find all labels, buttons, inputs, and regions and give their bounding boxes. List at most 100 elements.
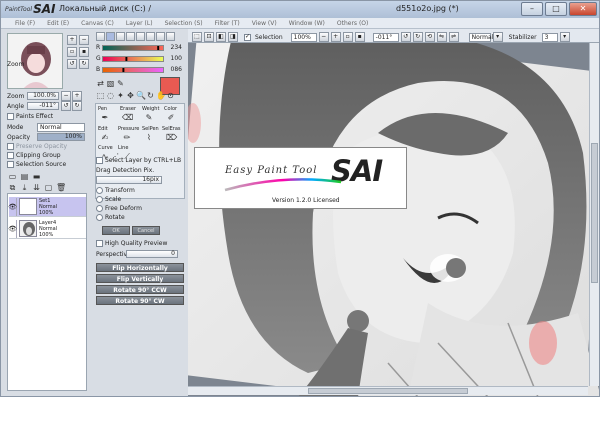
mixer-button[interactable] [136, 32, 145, 41]
clear-layer-icon[interactable]: ▢ [44, 183, 53, 192]
red-slider[interactable] [102, 44, 164, 51]
zoom-reset-button[interactable]: ▪ [79, 47, 89, 57]
tb-rotate-reset-icon[interactable]: ⟲ [424, 32, 435, 42]
tb-mode-dropdown-icon[interactable]: ▾ [492, 32, 503, 42]
tool-selpen-label[interactable]: SelPen [142, 126, 159, 132]
menu-edit[interactable]: Edit (E) [41, 18, 75, 28]
scratchpad-button[interactable] [146, 32, 155, 41]
rgb-slider-button[interactable] [106, 32, 115, 41]
flip-vertical-button[interactable]: Flip Vertically [96, 274, 184, 283]
delete-layer-icon[interactable]: 🗑 [56, 183, 66, 192]
selection-source-checkbox[interactable] [7, 161, 14, 168]
perspective-slider[interactable]: 0 [126, 250, 178, 258]
tb-invert-icon[interactable]: ◧ [216, 32, 226, 42]
palette-button[interactable] [156, 32, 165, 41]
tb-flip-icon[interactable]: ⇋ [436, 32, 447, 42]
hand-tool-icon[interactable]: ✋ [156, 91, 166, 100]
canvas-artwork[interactable] [188, 43, 600, 397]
tool-seleras-label[interactable]: SelEras [162, 126, 181, 132]
tool-pressure-label[interactable]: Pressure [118, 126, 139, 132]
tb-rotate-ccw-icon[interactable]: ↺ [400, 32, 411, 42]
new-layer-icon[interactable]: ▭ [8, 172, 17, 181]
weight-icon[interactable]: ✎ [144, 113, 154, 123]
merge-layer-icon[interactable]: ⇊ [32, 183, 41, 192]
tb-fit-icon[interactable]: ▪ [354, 32, 365, 42]
canvas-mode-field[interactable]: Normal [468, 32, 493, 42]
move-tool-icon[interactable]: ✥ [126, 91, 135, 100]
menu-canvas[interactable]: Canvas (C) [75, 18, 120, 28]
new-folder-icon[interactable]: ▬ [32, 172, 41, 181]
tool-curve-label[interactable]: Curve [98, 145, 113, 151]
edit-icon[interactable]: ✍ [100, 133, 110, 143]
tool-pen-label[interactable]: Pen [98, 106, 107, 112]
picker-tool-icon[interactable]: ⊙ [166, 91, 175, 100]
vertical-scroll-thumb[interactable] [591, 143, 598, 283]
swap-colors-icon[interactable]: ⇄ [96, 79, 105, 88]
zoom-slider[interactable]: 100.0% [27, 92, 59, 100]
vertical-scrollbar[interactable] [589, 43, 599, 386]
menu-view[interactable]: View (V) [246, 18, 283, 28]
eyedropper-icon[interactable]: ✎ [116, 79, 125, 88]
merge-down-icon[interactable]: ⤓ [20, 183, 29, 192]
rotate-ccw-button[interactable]: Rotate 90° CCW [96, 285, 184, 294]
copy-layer-icon[interactable]: ⧉ [8, 183, 17, 192]
layer-item[interactable]: 👁 Layer4 Normal 100% [8, 219, 86, 239]
tool-line-label[interactable]: Line [118, 145, 128, 151]
lasso-tool-icon[interactable]: ◌ [106, 91, 115, 100]
hsv-slider-button[interactable] [116, 32, 125, 41]
transform-radio[interactable] [96, 187, 103, 194]
menu-others[interactable]: Others (O) [331, 18, 374, 28]
pen-icon[interactable]: ✒ [100, 113, 110, 123]
green-slider[interactable] [102, 55, 164, 62]
high-quality-checkbox[interactable] [96, 240, 103, 247]
select-layer-ctrl-checkbox[interactable] [96, 157, 103, 164]
preserve-opacity-checkbox[interactable] [7, 143, 14, 150]
stabilizer-dropdown-icon[interactable]: ▾ [559, 32, 570, 42]
canvas-angle-field[interactable]: -011° [372, 32, 399, 42]
ok-button[interactable]: OK [102, 226, 130, 235]
rotate-right-button[interactable]: ↻ [79, 59, 89, 69]
eye-icon[interactable]: 👁 [8, 219, 17, 238]
stabilizer-select[interactable]: 3 [541, 32, 558, 42]
paints-effect-header[interactable]: Paints Effect [7, 113, 53, 120]
rotate-tool-icon[interactable]: ↻ [146, 91, 155, 100]
zoom-plus-button[interactable]: + [72, 91, 82, 101]
free-deform-radio[interactable] [96, 205, 103, 212]
angle-slider[interactable]: -011° [27, 102, 59, 110]
color-tool-icon[interactable]: ✐ [166, 113, 176, 123]
eraser-icon[interactable]: ⌫ [122, 113, 133, 123]
zoom-fit-button[interactable]: ▫ [67, 47, 77, 57]
maximize-button[interactable]: □ [545, 2, 567, 16]
tb-zoom-in-icon[interactable]: + [330, 32, 341, 42]
tb-select-icon[interactable]: ⬚ [192, 32, 202, 42]
pressure-icon[interactable]: ✏ [122, 133, 132, 143]
tb-hide-icon[interactable]: ◨ [228, 32, 238, 42]
angle-right-button[interactable]: ↻ [72, 101, 82, 111]
horizontal-scroll-thumb[interactable] [308, 388, 468, 394]
opacity-slider[interactable]: 100% [37, 133, 85, 141]
horizontal-scrollbar[interactable] [188, 386, 588, 395]
angle-left-button[interactable]: ↺ [61, 101, 71, 111]
tb-zoom-out-icon[interactable]: − [318, 32, 329, 42]
cancel-button[interactable]: Cancel [132, 226, 160, 235]
blue-slider[interactable] [102, 66, 164, 73]
menu-file[interactable]: File (F) [9, 18, 41, 28]
eye-icon[interactable]: 👁 [8, 197, 17, 216]
canvas-area[interactable] [188, 29, 600, 397]
color-wheel-button[interactable] [96, 32, 105, 41]
mode-select[interactable]: Normal [37, 123, 85, 132]
selection-checkbox[interactable] [244, 33, 251, 41]
tb-zoom-reset-icon[interactable]: ▫ [342, 32, 353, 42]
zoom-in-button[interactable]: + [67, 35, 77, 45]
canvas-zoom-field[interactable]: 100% [290, 32, 317, 42]
rotate-cw-button[interactable]: Rotate 90° CW [96, 296, 184, 305]
tool-edit-label[interactable]: Edit [98, 126, 108, 132]
rotate-left-button[interactable]: ↺ [67, 59, 77, 69]
swatches-button[interactable] [126, 32, 135, 41]
seleras-icon[interactable]: ⌦ [166, 133, 177, 143]
scale-radio[interactable] [96, 196, 103, 203]
drag-detection-slider[interactable]: 16pix [96, 176, 162, 184]
flip-horizontal-button[interactable]: Flip Horizontally [96, 263, 184, 272]
menu-selection[interactable]: Selection (S) [159, 18, 209, 28]
select-tool-icon[interactable]: ⬚ [96, 91, 105, 100]
